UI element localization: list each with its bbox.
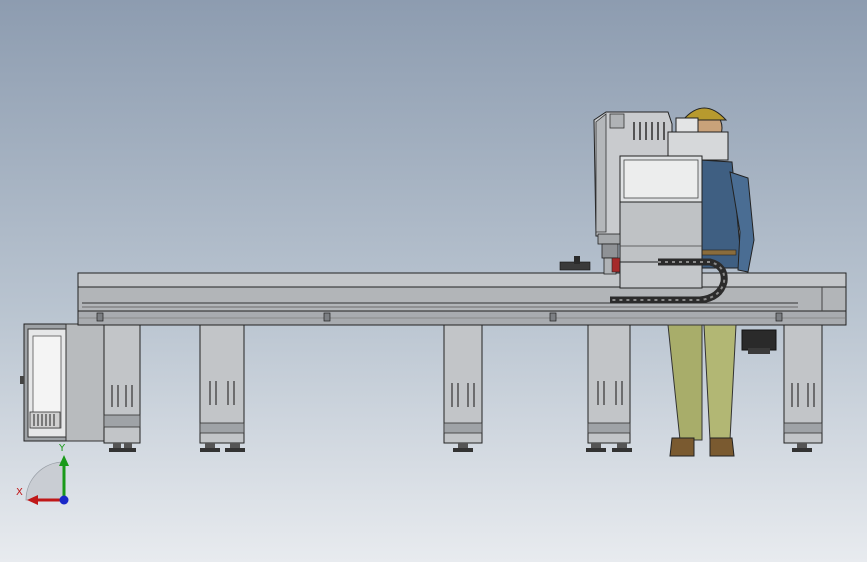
x-axis-label: X [16,487,23,498]
leg-4 [586,324,632,452]
leg-1 [103,324,141,452]
servo-motor [741,329,777,354]
machine-model[interactable] [0,0,867,562]
leg-2 [199,324,245,452]
cad-viewport[interactable]: Y X [0,0,867,562]
electrical-cabinet [20,323,105,442]
machine-bed [77,272,847,326]
leg-3 [443,324,483,452]
y-axis-label: Y [59,443,66,454]
leg-5 [783,324,823,452]
coordinate-triad [25,455,69,505]
